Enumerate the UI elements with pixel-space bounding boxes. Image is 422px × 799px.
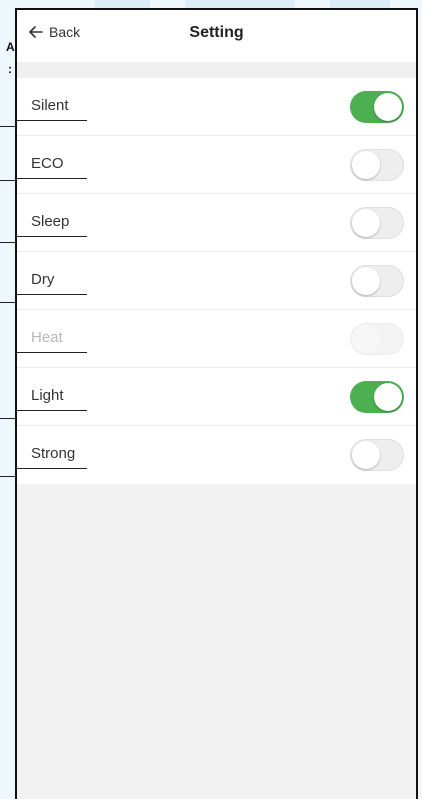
background-guide-line [0,180,16,181]
background-guide-line [0,418,16,419]
toggle-knob [352,325,380,353]
setting-label: Light [31,387,64,404]
toggle-switch-strong[interactable] [350,439,404,471]
section-spacer [17,62,416,78]
toggle-knob [352,267,380,295]
toggle-switch-heat [350,323,404,355]
setting-label: ECO [31,155,64,172]
top-bar: Back Setting [17,10,416,62]
background-guide-line [0,242,16,243]
label-underline [17,236,87,237]
settings-screen: Back Setting Silent ECO Sleep Dry Heat Light S… [15,8,418,799]
setting-label: Sleep [31,213,70,230]
setting-row-heat: Heat [17,310,416,368]
toggle-switch-dry[interactable] [350,265,404,297]
toggle-switch-silent[interactable] [350,91,404,123]
toggle-knob [374,93,402,121]
background-guide-line [0,126,16,127]
toggle-knob [352,209,380,237]
setting-label: Silent [31,97,69,114]
page-title: Setting [189,24,244,41]
toggle-switch-eco[interactable] [350,149,404,181]
setting-row-light: Light [17,368,416,426]
toggle-switch-sleep[interactable] [350,207,404,239]
setting-label: Heat [31,329,63,346]
label-underline [17,410,87,411]
toggle-knob [352,441,380,469]
setting-label: Dry [31,271,55,288]
label-underline [17,352,87,353]
label-underline [17,178,87,179]
settings-list: Silent ECO Sleep Dry Heat Light Strong [17,78,416,484]
label-underline [17,468,87,469]
setting-row-dry: Dry [17,252,416,310]
toggle-switch-light[interactable] [350,381,404,413]
setting-row-silent: Silent [17,78,416,136]
label-underline [17,120,87,121]
setting-row-strong: Strong [17,426,416,484]
toggle-knob [352,151,380,179]
background-text-fragment: : [8,62,12,76]
background-guide-line [0,302,16,303]
setting-row-sleep: Sleep [17,194,416,252]
background-text-fragment: A [6,40,15,54]
setting-label: Strong [31,445,76,462]
label-underline [17,294,87,295]
background-guide-line [0,476,16,477]
setting-row-eco: ECO [17,136,416,194]
toggle-knob [374,383,402,411]
